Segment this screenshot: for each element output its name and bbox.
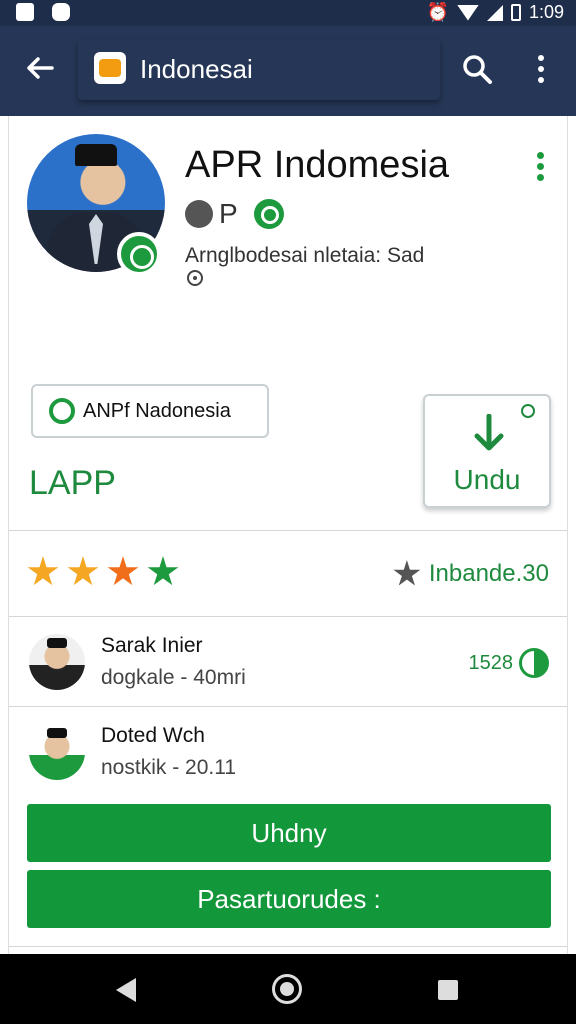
review-meta: dogkale - 40mri [101,666,246,689]
rating-label: Inbande.30 [428,560,549,587]
pin-icon [185,200,213,228]
star-icon [147,556,179,586]
download-arrow-icon [474,414,504,451]
divider [9,946,567,947]
app-mail-icon [94,52,126,84]
star-icon [27,556,59,586]
review-meta: nostkik - 20.11 [101,756,237,779]
download-button[interactable]: Undu [423,394,551,508]
wifi-icon [456,4,479,21]
review-row[interactable]: Doted Wch nostkik - 20.11 [9,708,567,794]
sparkle-icon [521,404,535,418]
photo-icon [16,3,34,21]
signal-icon [486,4,503,21]
star-icon [67,556,99,586]
app-badges: P [185,198,284,230]
info-dot-icon [187,270,203,286]
divider [9,706,567,707]
divider [9,530,567,531]
nav-back-icon[interactable] [116,978,136,1002]
half-circle-icon [519,648,549,678]
secondary-button[interactable]: Pasartuorudes : [27,870,551,928]
alarm-icon: ⏰ [426,2,449,22]
back-arrow-icon[interactable] [24,52,56,84]
reviewer-name: Doted Wch [101,724,205,747]
whatsapp-badge-icon [117,232,161,276]
toolbar-title-box[interactable]: Indonesai [78,40,440,100]
status-time: 1:09 [528,2,564,22]
divider [9,616,567,617]
status-right-icons: ⏰ 1:09 [427,2,564,23]
status-bar: ⏰ 1:09 [0,0,576,26]
star-outline-icon [393,560,421,586]
more-vert-icon[interactable] [530,52,552,86]
reviewer-avatar [29,724,85,780]
status-left-icons [16,3,70,21]
nav-recents-icon[interactable] [438,980,458,1000]
app-name: APR Indomesia [185,144,450,186]
section-label: LAPP [29,464,116,502]
review-count: 1528 [468,648,549,678]
primary-button[interactable]: Uhdny [27,804,551,862]
developer-chip[interactable]: ANPf Nadonesia [31,384,269,438]
app-detail-card: APR Indomesia P Arnglbodesai nletaia: Sa… [8,116,568,954]
search-chip-icon [49,398,75,424]
badge-text: P [219,198,238,229]
app-options-icon[interactable] [533,152,547,186]
rating-stars [27,556,179,588]
app-toolbar: Indonesai [0,26,576,116]
search-icon[interactable] [460,52,494,86]
toolbar-title: Indonesai [140,54,253,84]
download-label: Undu [453,464,521,495]
chat-icon [253,199,284,229]
rating-summary[interactable]: Inbande.30 [393,560,549,588]
review-count-value: 1528 [468,651,514,674]
reviewer-avatar [29,634,85,690]
star-icon [107,556,139,586]
reviewer-name: Sarak Inier [101,634,203,657]
battery-icon [510,4,521,21]
shield-icon [52,3,70,21]
review-row[interactable]: Sarak Inier dogkale - 40mri 1528 [9,618,567,704]
chip-label: ANPf Nadonesia [83,399,231,422]
system-nav-bar [0,954,576,1024]
nav-home-icon[interactable] [272,974,302,1004]
app-category: Arnglbodesai nletaia: Sad [185,244,425,267]
